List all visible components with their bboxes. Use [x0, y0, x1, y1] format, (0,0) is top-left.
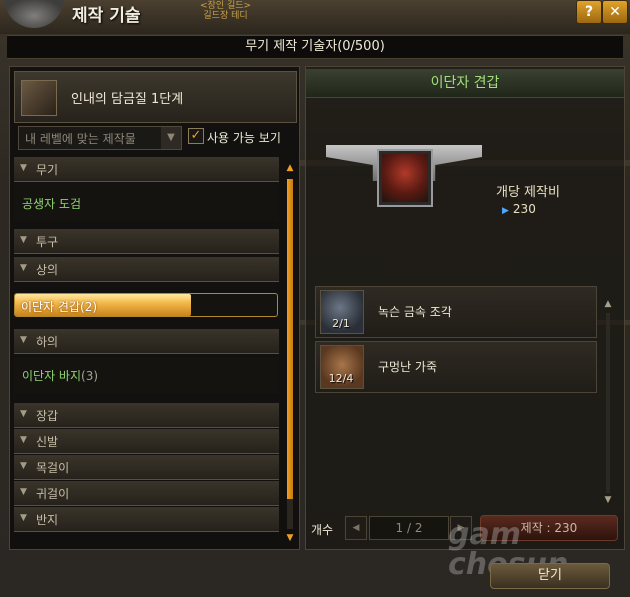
count-decrement-button[interactable]: ◀: [345, 516, 367, 540]
expand-triangle-icon: ▼: [20, 409, 27, 419]
category-bottom[interactable]: ▼ 하의: [14, 329, 279, 354]
count-field[interactable]: 1 / 2: [369, 516, 449, 540]
category-weapon[interactable]: ▼ 무기: [14, 157, 279, 182]
expand-triangle-icon: ▼: [20, 263, 27, 273]
guild-label: <장인 길드> 길드장 테디: [200, 1, 252, 21]
recipe-item[interactable]: 이단자 바지(3): [14, 357, 279, 393]
category-gloves[interactable]: ▼ 장갑: [14, 403, 279, 428]
title-bar[interactable]: 제작 기술 <장인 길드> 길드장 테디 ? ✕: [0, 0, 630, 34]
level-filter-dropdown[interactable]: 내 레벨에 맞는 제작물 ▼: [18, 126, 182, 150]
question-icon: ?: [584, 4, 594, 20]
expand-triangle-icon: ▼: [20, 435, 27, 445]
hammer-skill-icon: [21, 80, 57, 116]
triangle-left-icon: ◀: [352, 523, 360, 533]
arrow-icon: ▶: [502, 206, 509, 216]
scroll-thumb[interactable]: [287, 179, 293, 499]
anvil-emblem-icon: [4, 0, 64, 28]
category-necklace[interactable]: ▼ 목걸이: [14, 455, 279, 480]
material-slot[interactable]: 2/1 녹슨 금속 조각: [315, 286, 597, 338]
expand-triangle-icon: ▼: [20, 235, 27, 245]
skill-name: 인내의 담금질 1단계: [71, 92, 184, 107]
expand-triangle-icon: ▼: [20, 335, 27, 345]
shoulder-armor-icon[interactable]: [377, 149, 433, 207]
category-ring[interactable]: ▼ 반지: [14, 507, 279, 532]
recipe-list-scrollbar[interactable]: ▲ ▼: [285, 163, 295, 543]
skill-level-header: 무기 제작 기술자(0/500): [7, 35, 623, 59]
scroll-up-icon[interactable]: ▲: [285, 163, 295, 173]
expand-triangle-icon: ▼: [20, 461, 27, 471]
category-shoes[interactable]: ▼ 신발: [14, 429, 279, 454]
level-filter-value: 내 레벨에 맞는 제작물: [25, 132, 136, 146]
category-helmet[interactable]: ▼ 투구: [14, 229, 279, 254]
scroll-up-icon[interactable]: ▲: [603, 299, 613, 309]
close-window-button[interactable]: ✕: [602, 0, 628, 24]
count-label: 개수: [311, 523, 334, 537]
help-button[interactable]: ?: [576, 0, 602, 24]
scroll-down-icon[interactable]: ▼: [603, 495, 613, 505]
material-slot[interactable]: 12/4 구멍난 가죽: [315, 341, 597, 393]
close-button[interactable]: 닫기: [490, 563, 610, 589]
expand-triangle-icon: ▼: [20, 163, 27, 173]
recipe-list-panel: 인내의 담금질 1단계 내 레벨에 맞는 제작물 ▼ ✓ 사용 가능 보기 ▼ …: [9, 66, 300, 550]
material-qty: 12/4: [328, 372, 354, 385]
chevron-down-icon[interactable]: ▼: [161, 127, 181, 149]
material-name: 구멍난 가죽: [378, 360, 438, 374]
material-name: 녹슨 금속 조각: [378, 305, 452, 319]
category-earring[interactable]: ▼ 귀걸이: [14, 481, 279, 506]
scroll-down-icon[interactable]: ▼: [285, 533, 295, 543]
recipe-detail-panel: 이단자 견갑 개당 제작비 ▶ 230 2/1 녹슨 금속 조각 12/4 구멍난…: [305, 66, 625, 550]
material-scrollbar[interactable]: ▲ ▼: [603, 299, 613, 509]
expand-triangle-icon: ▼: [20, 487, 27, 497]
window-title: 제작 기술: [72, 6, 141, 26]
skill-info-box: 인내의 담금질 1단계: [14, 71, 297, 123]
category-top[interactable]: ▼ 상의: [14, 257, 279, 282]
close-icon: ✕: [609, 4, 621, 20]
recipe-item-selected[interactable]: 이단자 견갑(2): [14, 293, 278, 317]
cost-label: 개당 제작비: [496, 185, 560, 200]
expand-triangle-icon: ▼: [20, 513, 27, 523]
show-available-checkbox[interactable]: ✓: [188, 128, 204, 144]
cost-value: ▶ 230: [502, 202, 536, 216]
show-available-label: 사용 가능 보기: [207, 131, 281, 145]
material-qty: 2/1: [332, 317, 350, 330]
item-title: 이단자 견갑: [306, 69, 624, 98]
recipe-item[interactable]: 공생자 도검: [14, 183, 279, 221]
